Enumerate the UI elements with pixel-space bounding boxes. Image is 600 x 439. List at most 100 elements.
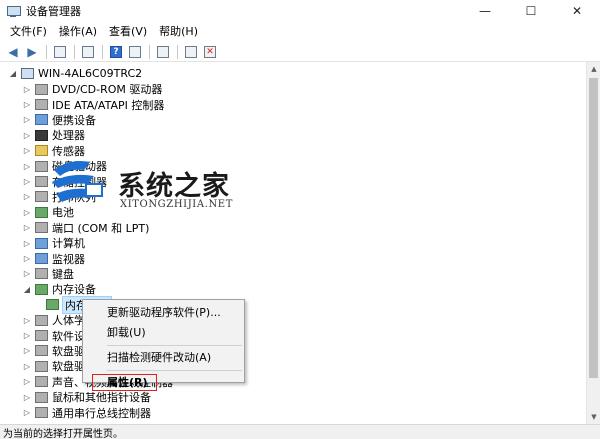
watermark-logo-icon	[52, 161, 103, 202]
menu-bar: 文件(F) 操作(A) 查看(V) 帮助(H)	[0, 22, 600, 42]
usb-icon	[35, 406, 48, 418]
monitor-icon	[35, 252, 48, 264]
tree-item-memory[interactable]: ◢ 内存设备	[22, 282, 96, 297]
update-driver-button[interactable]	[182, 43, 200, 61]
tree-item-monitor[interactable]: ▷ 监视器	[22, 251, 85, 266]
toolbar-separator	[102, 44, 103, 59]
update-driver-icon	[185, 45, 197, 58]
context-scan-hardware[interactable]: 扫描检测硬件改动(A)	[83, 348, 244, 368]
tree-item-processor[interactable]: ▷ 处理器	[22, 128, 85, 143]
view-button[interactable]	[126, 43, 144, 61]
battery-icon	[35, 206, 48, 218]
floppy-drive-icon	[35, 345, 48, 357]
chevron-right-icon[interactable]: ▷	[22, 84, 32, 94]
back-button[interactable]: ◀	[4, 43, 22, 61]
toolbar: ◀ ▶ ?	[0, 42, 600, 62]
chevron-right-icon[interactable]: ▷	[22, 223, 32, 233]
chevron-right-icon[interactable]: ▷	[22, 392, 32, 402]
tree-item-portable[interactable]: ▷ 便携设备	[22, 112, 96, 127]
chevron-down-icon[interactable]: ◢	[22, 284, 32, 294]
scan-hardware-icon	[157, 45, 169, 58]
status-text: 为当前的选择打开属性页。	[3, 428, 123, 439]
dvd-drive-icon	[35, 83, 48, 95]
context-properties[interactable]: 属性(R)	[83, 373, 244, 393]
help-icon: ?	[110, 45, 122, 58]
highlight-box	[92, 374, 157, 391]
tree-item-port[interactable]: ▷ 端口 (COM 和 LPT)	[22, 220, 149, 235]
sound-icon	[35, 376, 48, 388]
chevron-right-icon[interactable]: ▷	[22, 361, 32, 371]
chevron-right-icon[interactable]: ▷	[22, 315, 32, 325]
chevron-right-icon[interactable]: ▷	[22, 130, 32, 140]
chevron-right-icon[interactable]: ▷	[22, 253, 32, 263]
scroll-down-icon[interactable]: ▼	[587, 410, 600, 424]
chevron-right-icon[interactable]: ▷	[22, 161, 32, 171]
memory-icon	[46, 299, 59, 311]
device-manager-icon	[6, 4, 21, 18]
hid-icon	[35, 314, 48, 326]
sensor-icon	[35, 145, 48, 157]
tree-item-computer[interactable]: ▷ 计算机	[22, 235, 85, 250]
chevron-right-icon[interactable]: ▷	[22, 115, 32, 125]
menu-help[interactable]: 帮助(H)	[153, 22, 204, 42]
context-separator	[107, 370, 242, 371]
toolbar-separator	[177, 44, 178, 59]
context-uninstall[interactable]: 卸载(U)	[83, 323, 244, 343]
tree-item-keyboard[interactable]: ▷ 键盘	[22, 266, 74, 281]
arrow-left-icon: ◀	[8, 44, 18, 59]
root-label: WIN-4AL6C09TRC2	[38, 67, 143, 81]
show-hide-console-tree-button[interactable]	[51, 43, 69, 61]
menu-action[interactable]: 操作(A)	[53, 22, 103, 42]
software-device-icon	[35, 329, 48, 341]
scan-hardware-button[interactable]	[154, 43, 172, 61]
tree-item-label: 内存设备	[52, 283, 96, 297]
chevron-right-icon[interactable]: ▷	[22, 176, 32, 186]
chevron-right-icon[interactable]: ▷	[22, 346, 32, 356]
chevron-right-icon[interactable]: ▷	[22, 192, 32, 202]
tree-item-label: IDE ATA/ATAPI 控制器	[52, 98, 165, 112]
tree-root[interactable]: ◢ WIN-4AL6C09TRC2	[8, 66, 142, 81]
chevron-right-icon[interactable]: ▷	[22, 330, 32, 340]
scrollbar-thumb[interactable]	[589, 78, 598, 378]
chevron-down-icon[interactable]: ◢	[8, 69, 18, 79]
context-menu: 更新驱动程序软件(P)... 卸载(U) 扫描检测硬件改动(A) 属性(R)	[82, 299, 245, 391]
watermark: 系统之家 XITONGZHIJIA.NET	[50, 152, 270, 220]
tree-item-ide[interactable]: ▷ IDE ATA/ATAPI 控制器	[22, 97, 164, 112]
port-icon	[35, 222, 48, 234]
chevron-right-icon[interactable]: ▷	[22, 99, 32, 109]
tree-item-dvd[interactable]: ▷ DVD/CD-ROM 驱动器	[22, 81, 162, 96]
scroll-up-icon[interactable]: ▲	[587, 62, 600, 76]
arrow-right-icon: ▶	[27, 44, 37, 59]
keyboard-icon	[35, 268, 48, 280]
tree-item-usb[interactable]: ▷ 通用串行总线控制器	[22, 405, 151, 420]
printer-icon	[35, 191, 48, 203]
tree-item-label: DVD/CD-ROM 驱动器	[52, 83, 163, 97]
menu-view[interactable]: 查看(V)	[103, 22, 153, 42]
maximize-button[interactable]: ☐	[508, 0, 554, 22]
chevron-right-icon[interactable]: ▷	[22, 407, 32, 417]
forward-button[interactable]: ▶	[23, 43, 41, 61]
chevron-right-icon[interactable]: ▷	[22, 238, 32, 248]
tree-item-label: 端口 (COM 和 LPT)	[52, 221, 150, 235]
uninstall-button[interactable]	[201, 43, 219, 61]
window-title: 设备管理器	[26, 5, 81, 18]
minimize-button[interactable]: —	[462, 0, 508, 22]
menu-file[interactable]: 文件(F)	[4, 22, 53, 42]
tree-item-label: 通用串行总线控制器	[52, 406, 151, 420]
help-button[interactable]: ?	[107, 43, 125, 61]
title-bar: 设备管理器 — ☐ ✕	[0, 0, 600, 22]
toolbar-separator	[46, 44, 47, 59]
properties-toolbar-button[interactable]	[79, 43, 97, 61]
vertical-scrollbar[interactable]: ▲ ▼	[586, 62, 600, 424]
ide-controller-icon	[35, 98, 48, 110]
chevron-right-icon[interactable]: ▷	[22, 377, 32, 387]
context-separator	[107, 345, 242, 346]
chevron-right-icon[interactable]: ▷	[22, 146, 32, 156]
context-update-driver[interactable]: 更新驱动程序软件(P)...	[83, 303, 244, 323]
status-bar: 为当前的选择打开属性页。	[0, 424, 600, 439]
tree-item-label: 键盘	[52, 267, 74, 281]
chevron-right-icon[interactable]: ▷	[22, 207, 32, 217]
chevron-right-icon[interactable]: ▷	[22, 269, 32, 279]
close-button[interactable]: ✕	[554, 0, 600, 22]
portable-device-icon	[35, 114, 48, 126]
